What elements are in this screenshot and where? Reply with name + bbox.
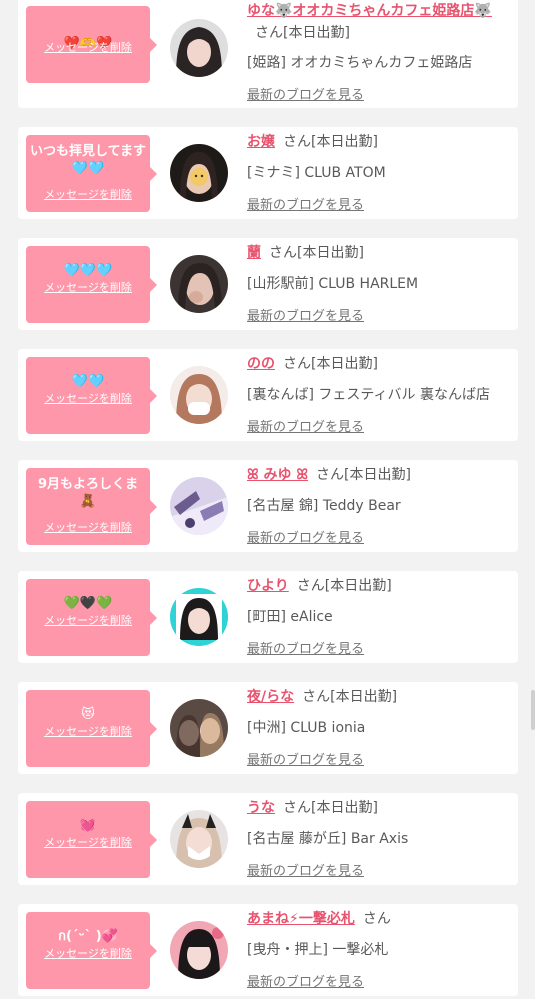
shop-name: [曳舟・押上] 一撃必札 [247, 942, 389, 958]
san-label: さん [362, 911, 391, 927]
san-label: さん [302, 689, 331, 705]
list-item: ก(ˊᵕˋ )💞 メッセージを削除 あまね⚡一撃必札 さん [曳舟・押上] 一撃必… [18, 904, 518, 996]
message-text: 🩵🩵 [71, 374, 105, 389]
message-bubble: 😻 メッセージを削除 [26, 690, 157, 767]
scrollbar[interactable] [531, 690, 535, 730]
message-list: ❤️🫶❤️ メッセージを削除 ゆな🐺オオカミちゃんカフェ姫路店🐺さん[本日出勤]… [0, 0, 535, 999]
delete-message-link[interactable]: メッセージを削除 [26, 279, 150, 295]
message-bubble: 🩵🩵 メッセージを削除 [26, 357, 157, 434]
list-item: 🩵🩵🩵 メッセージを削除 蘭さん[本日出勤] [山形駅前] CLUB HARLE… [18, 238, 518, 330]
san-label: さん [255, 25, 283, 41]
attendance-label: [本日出勤] [311, 134, 378, 150]
latest-blog-link[interactable]: 最新のブログを見る [247, 416, 364, 435]
latest-blog-link[interactable]: 最新のブログを見る [247, 194, 364, 213]
delete-message-link[interactable]: メッセージを削除 [26, 834, 150, 850]
avatar[interactable] [170, 477, 228, 535]
delete-message-link[interactable]: メッセージを削除 [26, 39, 150, 55]
latest-blog-link[interactable]: 最新のブログを見る [247, 749, 364, 768]
latest-blog-link[interactable]: 最新のブログを見る [247, 84, 364, 103]
avatar[interactable] [170, 19, 228, 77]
san-label: さん [283, 800, 311, 816]
list-item: ❤️🫶❤️ メッセージを削除 ゆな🐺オオカミちゃんカフェ姫路店🐺 さん[本日出勤]… [18, 0, 518, 108]
latest-blog-link[interactable]: 最新のブログを見る [247, 860, 364, 879]
message-text: 🩵🩵🩵 [63, 263, 113, 278]
latest-blog-link[interactable]: 最新のブログを見る [247, 638, 364, 657]
cast-name-link[interactable]: あまね⚡一撃必札 [247, 911, 355, 927]
avatar[interactable] [170, 699, 228, 757]
cast-name-link[interactable]: のの [247, 356, 275, 372]
shop-name: [名古屋 藤が丘] Bar Axis [247, 831, 409, 847]
san-label: さん [283, 356, 311, 372]
avatar[interactable] [170, 366, 228, 424]
attendance-label: [本日出勤] [297, 245, 364, 261]
attendance-label: [本日出勤] [344, 467, 411, 483]
list-item: 😻 メッセージを削除 夜/らな さん[本日出勤] [中洲] CLUB ionia … [18, 682, 518, 774]
cast-name-link[interactable]: うな [247, 800, 275, 816]
message-bubble: 🩵🩵🩵 メッセージを削除 [26, 246, 157, 323]
shop-name: [町田] eAlice [247, 609, 333, 625]
avatar[interactable] [170, 810, 228, 868]
san-label: さん [283, 134, 311, 150]
message-text: 😻 [81, 707, 95, 722]
list-item: 💓 メッセージを削除 うな さん[本日出勤] [名古屋 藤が丘] Bar Axis… [18, 793, 518, 885]
list-item: 9月もよろしくま🧸 メッセージを削除 ꕤ みゆ ꕤ さん[本日出勤] [名古屋 錦… [18, 460, 518, 552]
cast-name-link[interactable]: お嬢 [247, 134, 275, 150]
cast-name-link[interactable]: ゆな🐺オオカミちゃんカフェ姫路店🐺 [247, 3, 492, 19]
message-text: 9月もよろしくま🧸 [37, 477, 139, 509]
cast-name-link[interactable]: 夜/らな [247, 689, 294, 705]
cast-name-link[interactable]: ひより [247, 578, 289, 594]
latest-blog-link[interactable]: 最新のブログを見る [247, 305, 364, 324]
message-text: いつも拝見してます🩵🩵 [30, 144, 146, 176]
delete-message-link[interactable]: メッセージを削除 [26, 945, 150, 961]
cast-name-link[interactable]: ꕤ みゆ ꕤ [247, 467, 308, 483]
delete-message-link[interactable]: メッセージを削除 [26, 612, 150, 628]
message-bubble: 9月もよろしくま🧸 メッセージを削除 [26, 468, 157, 545]
latest-blog-link[interactable]: 最新のブログを見る [247, 971, 364, 990]
list-item: 🩵🩵 メッセージを削除 のの さん[本日出勤] [裏なんば] フェスティバル 裏な… [18, 349, 518, 441]
avatar[interactable] [170, 921, 228, 979]
attendance-label: [本日出勤] [324, 578, 392, 594]
message-bubble: 💚🖤💚 メッセージを削除 [26, 579, 157, 656]
attendance-label: [本日出勤] [330, 689, 398, 705]
shop-name: [ミナミ] CLUB ATOM [247, 165, 386, 181]
delete-message-link[interactable]: メッセージを削除 [26, 519, 150, 535]
shop-name: [裏なんば] フェスティバル 裏なんば店 [247, 387, 490, 403]
avatar[interactable] [170, 255, 228, 313]
message-bubble: ก(ˊᵕˋ )💞 メッセージを削除 [26, 912, 157, 989]
message-text: 💓 [79, 818, 97, 833]
shop-name: [姫路] オオカミちゃんカフェ姫路店 [247, 55, 473, 71]
list-item: いつも拝見してます🩵🩵 メッセージを削除 お嬢 さん[本日出勤] [ミナミ] CL… [18, 127, 518, 219]
cast-name-link[interactable]: 蘭 [247, 245, 261, 261]
avatar[interactable] [170, 144, 228, 202]
san-label: さん [316, 467, 345, 483]
latest-blog-link[interactable]: 最新のブログを見る [247, 527, 364, 546]
attendance-label: [本日出勤] [283, 25, 350, 41]
message-bubble: 💓 メッセージを削除 [26, 801, 157, 878]
shop-name: [名古屋 錦] Teddy Bear [247, 498, 401, 514]
delete-message-link[interactable]: メッセージを削除 [26, 186, 150, 202]
avatar[interactable] [170, 588, 228, 646]
san-label: さん [269, 245, 297, 261]
delete-message-link[interactable]: メッセージを削除 [26, 723, 150, 739]
attendance-label: [本日出勤] [311, 800, 378, 816]
shop-name: [中洲] CLUB ionia [247, 720, 366, 736]
message-text: ก(ˊᵕˋ )💞 [58, 929, 118, 944]
list-item: 💚🖤💚 メッセージを削除 ひより さん[本日出勤] [町田] eAlice 最新の… [18, 571, 518, 663]
message-bubble: ❤️🫶❤️ メッセージを削除 [26, 6, 157, 83]
shop-name: [山形駅前] CLUB HARLEM [247, 276, 419, 292]
attendance-label: [本日出勤] [311, 356, 378, 372]
san-label: さん [296, 578, 325, 594]
delete-message-link[interactable]: メッセージを削除 [26, 390, 150, 406]
message-bubble: いつも拝見してます🩵🩵 メッセージを削除 [26, 135, 157, 212]
message-text: 💚🖤💚 [63, 596, 113, 611]
